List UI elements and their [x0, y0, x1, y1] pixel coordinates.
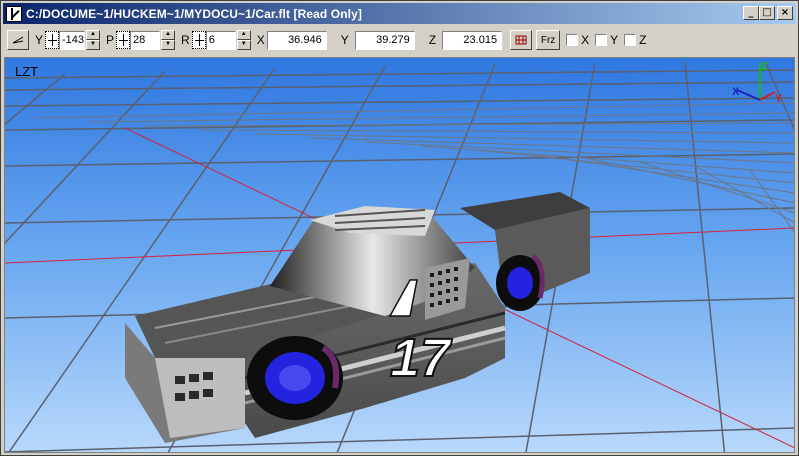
title-bar[interactable]: C:/DOCUME~1/HUCKEM~1/MYDOCU~1/Car.flt [R… — [3, 3, 796, 24]
roll-spinner[interactable]: ▲ ▼ — [236, 30, 251, 50]
pitch-label: P — [106, 33, 115, 47]
view-mode-label: LZT — [15, 64, 39, 79]
lock-x-label: X — [581, 33, 590, 47]
yaw-spinner[interactable]: ▲ ▼ — [86, 30, 101, 50]
angle-icon — [12, 36, 24, 44]
yaw-up-icon[interactable]: ▲ — [86, 30, 101, 40]
grid-icon — [515, 35, 527, 45]
axis-x-label: X — [732, 86, 740, 98]
front-wheel — [247, 336, 343, 420]
x-label: X — [256, 33, 265, 47]
lock-x-checkbox[interactable] — [566, 34, 579, 46]
minimize-button[interactable]: _ — [743, 6, 759, 20]
yaw-field[interactable]: -143 — [59, 30, 86, 50]
yaw-down-icon[interactable]: ▼ — [86, 40, 101, 50]
roll-down-icon[interactable]: ▼ — [236, 40, 251, 50]
maximize-button[interactable]: □ — [759, 6, 775, 20]
pitch-drag-handle[interactable] — [116, 31, 131, 49]
window-controls: _ □ × — [743, 6, 793, 20]
pitch-down-icon[interactable]: ▼ — [161, 40, 176, 50]
3d-viewport[interactable]: 17 Z X Y LZT — [4, 57, 795, 453]
lock-y-checkbox[interactable] — [595, 34, 608, 46]
close-button[interactable]: × — [777, 6, 793, 20]
lock-z-label: Z — [639, 33, 647, 47]
yaw-drag-handle[interactable] — [45, 31, 60, 49]
car-number: 17 — [390, 328, 453, 388]
scene-canvas: 17 Z X Y — [5, 58, 794, 452]
y-label: Y — [340, 33, 349, 47]
yaw-label: Y — [35, 33, 44, 47]
grid-toggle-button[interactable] — [510, 30, 533, 50]
lock-z-checkbox[interactable] — [624, 34, 637, 46]
pitch-spinner[interactable]: ▲ ▼ — [161, 30, 176, 50]
roll-up-icon[interactable]: ▲ — [236, 30, 251, 40]
roll-drag-handle[interactable] — [191, 31, 206, 49]
roll-field[interactable]: 6 — [205, 30, 236, 50]
freeze-button[interactable]: Frz — [536, 30, 561, 50]
view-reset-button[interactable] — [7, 30, 29, 50]
z-field[interactable]: 23.015 — [442, 30, 503, 50]
pitch-field[interactable]: 28 — [130, 30, 161, 50]
rear-wheel — [496, 254, 545, 311]
lock-y-label: Y — [610, 33, 619, 47]
y-field[interactable]: 39.279 — [354, 30, 415, 50]
roll-label: R — [181, 33, 190, 47]
app-icon[interactable] — [6, 5, 22, 22]
toolbar: Y -143 ▲ ▼ P 28 ▲ ▼ R 6 ▲ ▼ X 36.946 Y 39.2… — [3, 26, 796, 54]
axis-y-label: Y — [775, 93, 783, 105]
window-title: C:/DOCUME~1/HUCKEM~1/MYDOCU~1/Car.flt [R… — [26, 6, 362, 21]
z-label: Z — [428, 33, 437, 47]
application-window: C:/DOCUME~1/HUCKEM~1/MYDOCU~1/Car.flt [R… — [0, 0, 799, 456]
axis-z-label: Z — [761, 61, 768, 73]
pitch-up-icon[interactable]: ▲ — [161, 30, 176, 40]
x-field[interactable]: 36.946 — [266, 30, 327, 50]
